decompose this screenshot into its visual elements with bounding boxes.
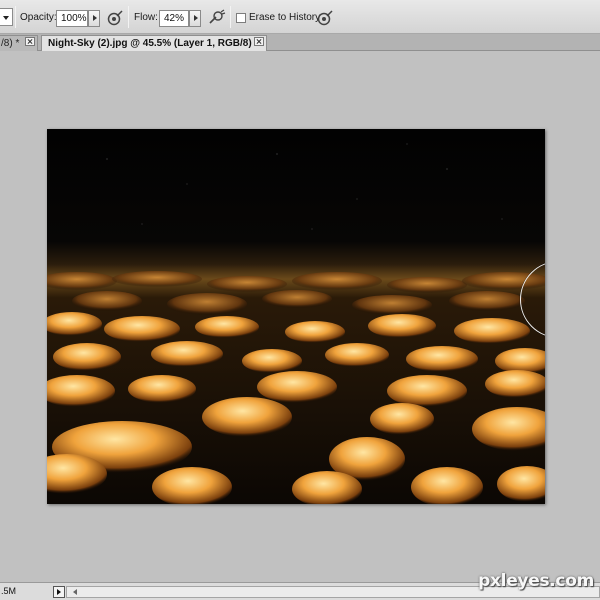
erase-to-history-label: Erase to History — [249, 12, 321, 23]
airbrush-icon[interactable] — [207, 8, 227, 28]
tab-night-sky[interactable]: Night-Sky (2).jpg @ 45.5% (Layer 1, RGB/… — [41, 35, 267, 51]
flow-label: Flow: — [134, 12, 158, 23]
tool-preset-dropdown-icon[interactable] — [0, 8, 13, 26]
document-canvas[interactable] — [47, 129, 545, 504]
options-bar: Opacity: 100% Flow: 42% Erase to History — [0, 0, 600, 34]
watermark: pxleyes.com — [478, 571, 594, 591]
pressure-size-icon[interactable] — [315, 8, 335, 28]
document-tab-strip: /8) * Night-Sky (2).jpg @ 45.5% (Layer 1… — [0, 34, 600, 51]
opacity-input[interactable]: 100% — [56, 10, 88, 27]
scroll-left-arrow-icon[interactable] — [70, 589, 77, 595]
status-menu-arrow-icon[interactable] — [53, 586, 65, 598]
tab-label: /8) * — [1, 38, 20, 49]
document-size-readout: .5M — [1, 586, 17, 596]
status-bar: .5M pxleyes.com — [0, 571, 600, 600]
separator — [15, 6, 16, 28]
pressure-opacity-icon[interactable] — [105, 8, 125, 28]
opacity-label: Opacity: — [20, 12, 57, 23]
tab-close-icon[interactable] — [25, 37, 35, 46]
separator — [128, 6, 129, 28]
flow-dropdown-arrow[interactable] — [189, 10, 201, 27]
night-sky-clouds-image — [47, 129, 545, 504]
flow-input[interactable]: 42% — [159, 10, 189, 27]
separator — [230, 6, 231, 28]
opacity-dropdown-arrow[interactable] — [88, 10, 100, 27]
erase-to-history-checkbox[interactable] — [236, 13, 246, 23]
tab-close-icon[interactable] — [254, 37, 264, 46]
canvas-area[interactable] — [0, 52, 600, 582]
tab-label: Night-Sky (2).jpg @ 45.5% (Layer 1, RGB/… — [48, 38, 259, 49]
